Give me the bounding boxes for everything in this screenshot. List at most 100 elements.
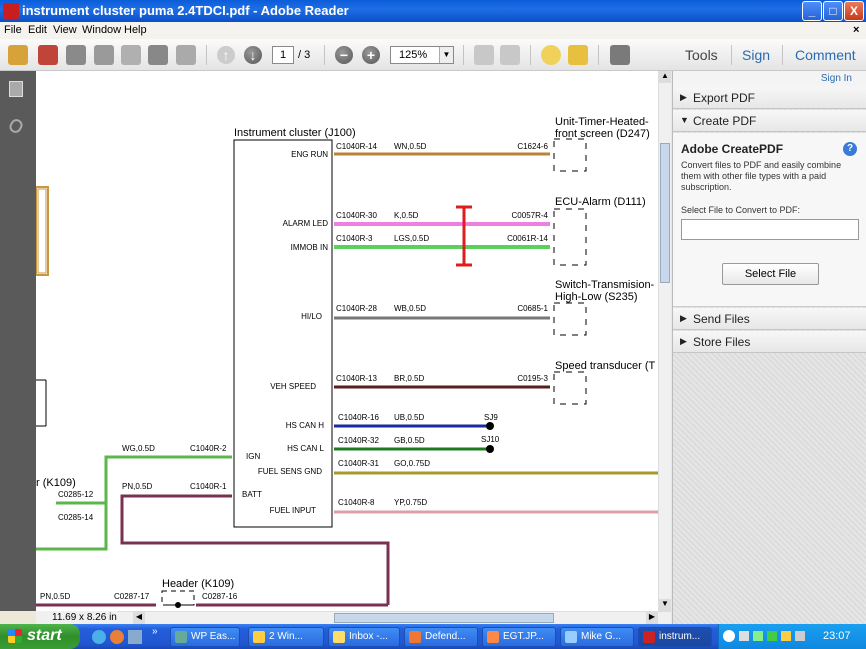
pin-label: IMMOB IN xyxy=(291,243,329,252)
attachment-icon[interactable] xyxy=(7,116,25,136)
create-pdf-section[interactable]: ▼ Create PDF xyxy=(673,110,866,132)
taskbar-item[interactable]: Defend... xyxy=(404,627,478,647)
previous-page-icon[interactable]: ↑ xyxy=(217,46,235,64)
select-file-label: Select File to Convert to PDF: xyxy=(681,205,801,215)
system-tray: 23:07 xyxy=(718,624,866,649)
pin-id: C1040R-31 xyxy=(338,459,379,468)
select-file-button[interactable]: Select File xyxy=(722,263,819,285)
close-button[interactable]: X xyxy=(844,1,864,21)
save-icon[interactable] xyxy=(121,45,141,65)
vertical-scrollbar[interactable]: ▲ ▼ xyxy=(658,71,671,611)
cloud-upload-icon[interactable] xyxy=(94,45,114,65)
internet-explorer-icon[interactable] xyxy=(92,630,106,644)
wire-code: WB,0.5D xyxy=(394,304,426,313)
menu-edit[interactable]: Edit xyxy=(28,24,47,36)
minimize-button[interactable]: _ xyxy=(802,1,822,21)
start-button[interactable]: start xyxy=(0,624,80,649)
wire-code: PN,0.5D xyxy=(40,592,70,601)
taskbar-item-active[interactable]: instrum... xyxy=(638,627,712,647)
component-label: front screen (D247) xyxy=(555,128,650,140)
pin-label: IGN xyxy=(246,452,260,461)
scroll-down-icon[interactable]: ▼ xyxy=(659,599,671,611)
tray-expand-icon[interactable] xyxy=(723,630,735,642)
sign-link[interactable]: Sign xyxy=(742,47,770,63)
quick-launch-icon[interactable] xyxy=(128,630,142,644)
tools-link[interactable]: Tools xyxy=(685,47,718,63)
start-label: start xyxy=(27,627,62,644)
pin-id: C1040R-13 xyxy=(336,374,377,383)
zoom-in-icon[interactable]: + xyxy=(362,46,380,64)
section-label: Create PDF xyxy=(693,114,757,128)
maximize-button[interactable]: □ xyxy=(823,1,843,21)
menu-file[interactable]: File xyxy=(4,24,22,36)
component-label: Header (K109) xyxy=(162,578,234,590)
scroll-up-icon[interactable]: ▲ xyxy=(659,71,671,83)
print-icon[interactable] xyxy=(148,45,168,65)
send-files-section[interactable]: ▶ Send Files xyxy=(673,308,866,330)
scroll-right-icon[interactable]: ▶ xyxy=(646,612,658,624)
fit-width-icon[interactable] xyxy=(474,45,494,65)
security-icon[interactable] xyxy=(753,631,763,641)
comment-icon[interactable] xyxy=(541,45,561,65)
create-pdf-icon[interactable] xyxy=(8,45,28,65)
pin-id: C1040R-16 xyxy=(338,413,379,422)
zoom-select[interactable]: 125% ▼ xyxy=(390,46,454,64)
zoom-out-icon[interactable]: − xyxy=(335,46,353,64)
taskbar-item[interactable]: WP Eas... xyxy=(170,627,240,647)
close-document-icon[interactable]: × xyxy=(853,24,859,36)
network-icon[interactable] xyxy=(739,631,749,641)
export-pdf-section[interactable]: ▶ Export PDF xyxy=(673,87,866,109)
menu-help[interactable]: Help xyxy=(124,24,147,36)
help-icon[interactable]: ? xyxy=(843,142,857,156)
component-label: Switch-Transmision- xyxy=(555,279,655,291)
fit-page-icon[interactable] xyxy=(500,45,520,65)
file-path-input[interactable] xyxy=(681,219,859,240)
menu-window[interactable]: Window xyxy=(82,24,121,36)
section-label: Export PDF xyxy=(693,91,756,105)
horizontal-scrollbar[interactable]: ◀ ▶ xyxy=(36,611,671,624)
title-bar: instrument cluster puma 2.4TDCI.pdf - Ad… xyxy=(0,0,866,22)
wire-code: LGS,0.5D xyxy=(394,234,429,243)
scroll-thumb[interactable] xyxy=(660,143,670,283)
wire-code: K,0.5D xyxy=(394,211,419,220)
fullscreen-icon[interactable] xyxy=(610,45,630,65)
taskbar-item[interactable]: 2 Win... xyxy=(248,627,324,647)
edit-icon[interactable] xyxy=(66,45,86,65)
chevron-right-icon: ▶ xyxy=(680,313,687,323)
taskbar-item[interactable]: Mike G... xyxy=(560,627,634,647)
email-icon[interactable] xyxy=(176,45,196,65)
chevron-down-icon[interactable]: ▼ xyxy=(439,47,453,63)
dest-id: C0061R-14 xyxy=(507,234,548,243)
next-page-icon[interactable]: ↓ xyxy=(244,46,262,64)
store-files-section[interactable]: ▶ Store Files xyxy=(673,331,866,353)
antivirus-icon[interactable] xyxy=(767,631,777,641)
highlight-icon[interactable] xyxy=(568,45,588,65)
pin-id: C1040R-14 xyxy=(336,142,377,151)
adobe-reader-icon xyxy=(3,3,19,19)
window-title: instrument cluster puma 2.4TDCI.pdf - Ad… xyxy=(22,3,349,18)
pin-label: HI/LO xyxy=(301,312,322,321)
wire-code: BR,0.5D xyxy=(394,374,424,383)
sign-in-link[interactable]: Sign In xyxy=(821,73,852,84)
taskbar-item[interactable]: Inbox -... xyxy=(328,627,400,647)
navigation-pane xyxy=(0,71,36,611)
volume-icon[interactable] xyxy=(795,631,805,641)
tray-app-icon[interactable] xyxy=(781,631,791,641)
section-label: Send Files xyxy=(693,312,750,326)
comment-link[interactable]: Comment xyxy=(795,47,856,63)
connector-id: C0287-16 xyxy=(202,592,238,601)
pages-icon[interactable] xyxy=(9,81,23,97)
open-file-icon[interactable] xyxy=(38,45,58,65)
scroll-thumb[interactable] xyxy=(334,613,554,623)
scroll-left-icon[interactable]: ◀ xyxy=(133,612,145,624)
chevron-right-icon[interactable]: » xyxy=(152,626,158,637)
firefox-icon[interactable] xyxy=(110,630,124,644)
taskbar-item[interactable]: EGT.JP... xyxy=(482,627,556,647)
menu-view[interactable]: View xyxy=(53,24,77,36)
page-number-input[interactable]: 1 xyxy=(272,46,294,64)
wire-code: GO,0.75D xyxy=(394,459,430,468)
pin-id: C1040R-8 xyxy=(338,498,375,507)
document-view[interactable]: Instrument cluster (J100) ENG RUN ALARM … xyxy=(36,71,658,611)
connector-id: C0287-17 xyxy=(114,592,150,601)
pin-id: C1040R-3 xyxy=(336,234,373,243)
